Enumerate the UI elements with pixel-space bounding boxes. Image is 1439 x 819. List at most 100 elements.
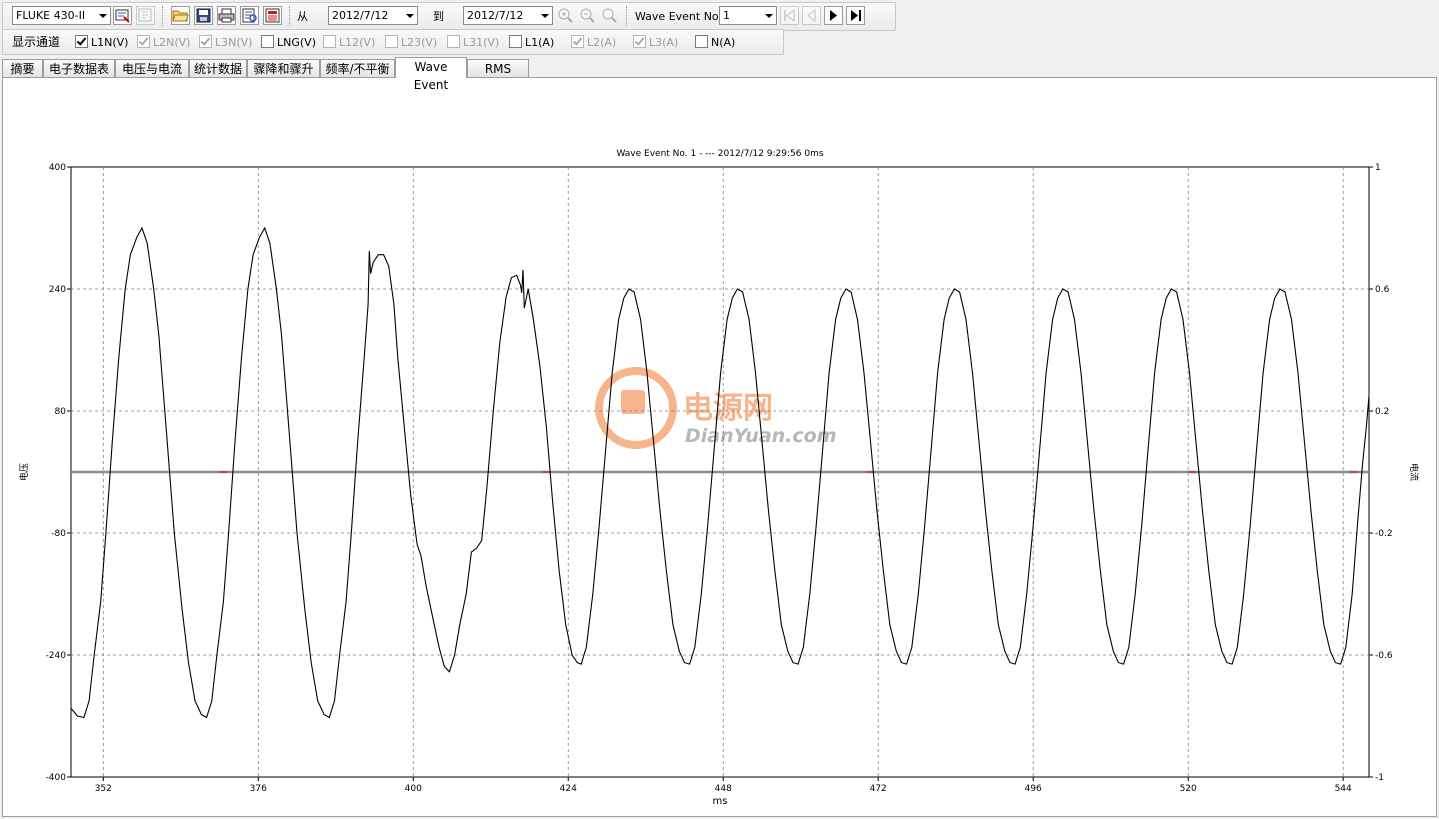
tab-8[interactable]: RMS Event <box>467 59 529 94</box>
x-tick-label: 424 <box>560 784 577 794</box>
checkbox-box <box>447 35 460 48</box>
from-date-picker[interactable]: 2012/7/12 <box>328 6 418 25</box>
folder-open-icon <box>172 10 189 22</box>
skip-first-icon <box>784 8 795 23</box>
chevron-down-icon <box>403 7 417 24</box>
chevron-down-icon <box>762 7 776 24</box>
download-button[interactable] <box>136 6 155 25</box>
prev-icon <box>807 8 816 23</box>
channel-checkbox-l1nv[interactable]: L1N(V) <box>75 35 128 49</box>
checkbox-box <box>261 35 274 48</box>
save-icon <box>196 8 211 23</box>
skip-last-icon <box>851 10 861 21</box>
download-icon <box>138 8 152 22</box>
wave-event-label: Wave Event No. <box>635 10 722 23</box>
y2-tick-label: 0.2 <box>1375 407 1389 417</box>
checkbox-box <box>323 35 336 48</box>
toolbar-separator <box>289 6 291 26</box>
checkbox-box <box>385 35 398 48</box>
channel-checkbox-l2nv[interactable]: L2N(V) <box>137 35 190 49</box>
x-tick-label: 448 <box>715 784 732 794</box>
channel-checkbox-label: L23(V) <box>401 36 438 49</box>
y2-tick-label: -0.6 <box>1375 651 1393 661</box>
channel-checkbox-label: L1(A) <box>525 36 555 49</box>
channel-checkbox-label: L2(A) <box>587 36 617 49</box>
connect-icon <box>115 9 130 23</box>
channel-toolbar: 显示通道 L1N(V) L2N(V) L3N(V) LNG(V) L12(V) L23(V… <box>2 29 784 55</box>
tab-4[interactable]: 统计数据 <box>189 59 247 77</box>
y2-tick-label: 1 <box>1375 163 1381 173</box>
tab-7[interactable]: Wave Event <box>395 57 467 92</box>
toolbar-separator <box>626 6 628 26</box>
chevron-down-icon <box>538 7 552 24</box>
zoom-fit-icon <box>602 8 617 23</box>
channel-checkbox-na[interactable]: N(A) <box>695 35 735 49</box>
y-tick-label: -80 <box>51 529 66 539</box>
toolbar-separator <box>162 6 164 26</box>
channels-label: 显示通道 <box>12 35 61 49</box>
y-axis-label: 电压 <box>18 463 30 481</box>
channel-checkbox-label: L2N(V) <box>153 36 191 49</box>
next-icon <box>830 10 837 21</box>
x-tick-label: 520 <box>1180 784 1197 794</box>
x-tick-label: 352 <box>95 784 112 794</box>
x-axis-label: ms <box>713 796 728 807</box>
checkbox-box <box>75 35 88 48</box>
device-select-value: FLUKE 430-II <box>16 9 86 22</box>
y2-axis-label: 电流 <box>1408 463 1420 481</box>
print-button[interactable] <box>217 6 236 25</box>
channel-checkbox-label: L3(A) <box>649 36 679 49</box>
channel-checkbox-l3a[interactable]: L3(A) <box>633 35 678 49</box>
device-select[interactable]: FLUKE 430-II <box>12 6 111 25</box>
tab-1[interactable]: 摘要 <box>2 59 43 77</box>
to-date-value: 2012/7/12 <box>467 9 524 22</box>
channel-checkbox-l12v[interactable]: L12(V) <box>323 35 375 49</box>
y2-tick-label: -0.2 <box>1375 529 1393 539</box>
chart-panel: 电源网 DianYuan.com 352 376 400 424 448 472 496 520 5… <box>2 77 1437 817</box>
x-tick-label: 472 <box>870 784 887 794</box>
channel-checkbox-l23v[interactable]: L23(V) <box>385 35 437 49</box>
print-preview-button[interactable] <box>240 6 259 25</box>
wave-event-select[interactable]: 1 <box>719 6 777 25</box>
channel-checkbox-l1a[interactable]: L1(A) <box>509 35 554 49</box>
from-date-value: 2012/7/12 <box>332 9 389 22</box>
channel-checkbox-l3nv[interactable]: L3N(V) <box>199 35 252 49</box>
open-file-button[interactable] <box>171 6 190 25</box>
first-event-button[interactable] <box>780 6 799 25</box>
main-toolbar: FLUKE 430-II 从 2012/7/12 到 2012/7/12 Wav… <box>2 2 896 31</box>
checkbox-box <box>695 35 708 48</box>
wave-chart: 电源网DianYuan.com352 376 400 424 448 472 496 520 5… <box>18 149 1420 807</box>
checkbox-box <box>633 35 646 48</box>
channel-checkbox-label: L12(V) <box>339 36 376 49</box>
tab-5[interactable]: 骤降和骤升 <box>247 59 320 77</box>
connect-device-button[interactable] <box>113 6 132 25</box>
checkbox-box <box>199 35 212 48</box>
y2-tick-label: -1 <box>1375 773 1384 783</box>
checkbox-box <box>509 35 522 48</box>
to-date-picker[interactable]: 2012/7/12 <box>463 6 553 25</box>
x-tick-label: 400 <box>405 784 422 794</box>
last-event-button[interactable] <box>846 6 865 25</box>
zoom-fit-button[interactable] <box>600 6 619 25</box>
export-report-button[interactable] <box>263 6 282 25</box>
save-button[interactable] <box>194 6 213 25</box>
zoom-out-button[interactable] <box>578 6 597 25</box>
channel-checkbox-l31v[interactable]: L31(V) <box>447 35 499 49</box>
next-event-button[interactable] <box>824 6 843 25</box>
x-tick-label: 496 <box>1025 784 1042 794</box>
y-tick-label: 240 <box>49 285 66 295</box>
zoom-in-button[interactable] <box>556 6 575 25</box>
prev-event-button[interactable] <box>802 6 821 25</box>
plug-icon <box>621 390 645 414</box>
tab-2[interactable]: 电子数据表 <box>43 59 115 77</box>
tab-6[interactable]: 频率/不平衡 <box>320 59 395 77</box>
checkbox-box <box>137 35 150 48</box>
tab-3[interactable]: 电压与电流 <box>115 59 189 77</box>
channel-checkbox-lngv[interactable]: LNG(V) <box>261 35 316 49</box>
channel-checkbox-label: L3N(V) <box>215 36 253 49</box>
wave-event-value: 1 <box>723 9 730 22</box>
channel-checkbox-l2a[interactable]: L2(A) <box>571 35 616 49</box>
print-preview-icon <box>242 8 257 23</box>
report-icon <box>265 8 280 23</box>
print-icon <box>218 8 235 23</box>
